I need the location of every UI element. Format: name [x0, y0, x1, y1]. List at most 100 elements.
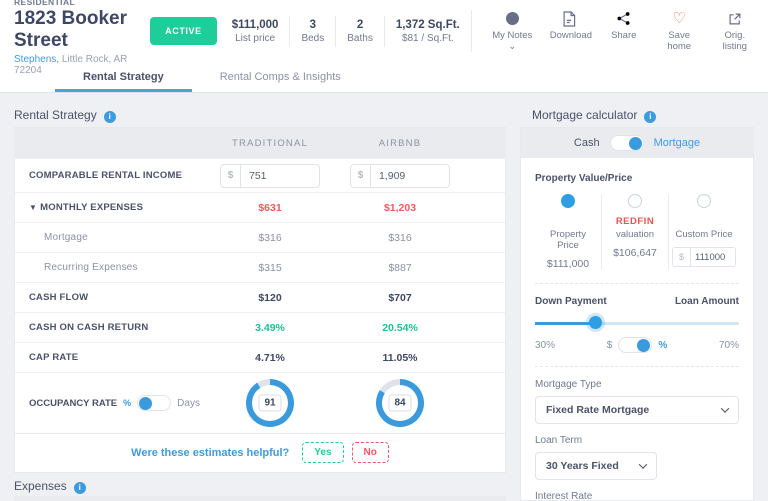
option-redfin-valuation: REDFIN valuation $106,647 [601, 194, 668, 270]
my-notes-label: My Notes [492, 30, 532, 41]
down-payment-max: 70% [719, 340, 739, 351]
down-payment-slider[interactable] [535, 316, 739, 330]
rental-strategy-table: TRADITIONAL AIRBNB COMPARABLE RENTAL INC… [14, 127, 506, 473]
property-value-options: Property Price $111,000 REDFIN valuation… [535, 194, 739, 270]
occupancy-rate-label: OCCUPANCY RATE [29, 398, 117, 409]
property-header: SINGLE FAMILY RESIDENTIAL 1823 Booker St… [0, 0, 768, 62]
row-cash-flow: CASH FLOW $120 $707 [15, 282, 505, 312]
tab-rental-comps-insights[interactable]: Rental Comps & Insights [192, 62, 369, 92]
collapse-triangle-icon[interactable]: ▼ [29, 203, 37, 212]
cap-rate-traditional: 4.71% [205, 352, 335, 364]
mortgage-calculator-title: Mortgage calculator i [532, 108, 656, 123]
rental-strategy-title: Rental Strategy i [14, 108, 116, 123]
airbnb-occupancy-donut: 84 [376, 379, 424, 427]
heart-icon: ♡ [672, 12, 685, 25]
slider-knob[interactable] [589, 316, 602, 329]
row-comparable-rental-income: COMPARABLE RENTAL INCOME $ $ [15, 158, 505, 192]
custom-price-input-group: $ [672, 247, 736, 267]
info-icon[interactable]: i [74, 482, 86, 494]
option-custom-price: Custom Price $ [668, 194, 739, 270]
property-value-price-label: Property Value/Price [535, 173, 739, 184]
dollar-unit-label[interactable]: $ [607, 340, 613, 351]
mortgage-airbnb: $316 [335, 232, 465, 244]
cash-on-cash-traditional: 3.49% [205, 322, 335, 334]
mortgage-expense-label: Mortgage [15, 232, 205, 243]
percent-unit-label[interactable]: % [658, 340, 667, 351]
mortgage-type-label: Mortgage Type [535, 379, 739, 390]
redfin-valuation-value: $106,647 [605, 247, 665, 259]
days-unit-label: Days [177, 398, 200, 409]
stat-sqft: 1,372 Sq.Ft. $81 / Sq.Ft. [384, 16, 471, 47]
download-label: Download [550, 30, 592, 41]
traditional-income-input[interactable] [241, 170, 313, 182]
stat-list-price: $111,000 List price [221, 16, 290, 47]
share-label: Share [611, 30, 636, 41]
expenses-table-header-partial [14, 496, 506, 501]
interest-rate-label: Interest Rate [535, 491, 739, 501]
orig-listing-button[interactable]: Orig. listing [716, 10, 754, 52]
rental-strategy-title-text: Rental Strategy [14, 108, 97, 122]
chevron-down-icon: ⌄ [508, 41, 516, 52]
cap-rate-label: CAP RATE [15, 352, 205, 363]
down-payment-scale: 30% $ % 70% [535, 337, 739, 353]
property-price-name: Property Price [538, 229, 598, 251]
cash-flow-traditional: $120 [205, 292, 335, 304]
property-info: SINGLE FAMILY RESIDENTIAL 1823 Booker St… [14, 0, 134, 76]
mortgage-option-label[interactable]: Mortgage [654, 137, 700, 149]
price-per-sqft-label: $81 / Sq.Ft. [396, 33, 460, 44]
feedback-no-button[interactable]: No [352, 442, 389, 463]
monthly-expenses-traditional: $631 [205, 202, 335, 214]
expenses-title: Expenses i [14, 479, 86, 494]
loan-term-select[interactable]: 30 Years Fixed [535, 452, 657, 480]
payment-mode-toggle-row: Cash Mortgage [521, 128, 753, 158]
redfin-logo: REDFIN [605, 216, 665, 229]
download-button[interactable]: Download [550, 10, 588, 52]
beds-label: Beds [301, 33, 324, 44]
pdf-download-icon [550, 10, 588, 27]
expenses-title-text: Expenses [14, 479, 67, 493]
traditional-occupancy-value: 91 [258, 395, 281, 412]
cash-mortgage-toggle[interactable] [610, 135, 644, 151]
mortgage-calculator-title-text: Mortgage calculator [532, 108, 637, 122]
dollar-icon: $ [351, 165, 371, 187]
airbnb-occupancy-value: 84 [388, 395, 411, 412]
property-address: 1823 Booker Street [14, 8, 134, 52]
dollar-percent-toggle[interactable] [618, 337, 652, 353]
share-button[interactable]: Share [605, 10, 643, 52]
city-link[interactable]: Stephens, [14, 54, 59, 65]
orig-listing-label: Orig. listing [723, 30, 747, 52]
custom-price-name: Custom Price [672, 229, 736, 240]
row-cap-rate: CAP RATE 4.71% 11.05% [15, 342, 505, 372]
save-home-button[interactable]: ♡ Save home [660, 10, 699, 52]
loan-amount-label: Loan Amount [675, 296, 739, 307]
occupancy-unit-toggle[interactable] [137, 395, 171, 411]
cash-on-cash-label: CASH ON CASH RETURN [15, 322, 205, 333]
info-icon[interactable]: i [104, 111, 116, 123]
down-payment-header: Down Payment Loan Amount [535, 296, 739, 307]
my-notes-button[interactable]: My Notes ⌄ [492, 10, 533, 52]
redfin-valuation-radio[interactable] [628, 194, 642, 208]
info-icon[interactable]: i [644, 111, 656, 123]
mortgage-type-value: Fixed Rate Mortgage [546, 404, 649, 416]
custom-price-input[interactable] [691, 248, 735, 266]
cash-flow-airbnb: $707 [335, 292, 465, 304]
external-link-icon [716, 10, 754, 27]
option-property-price: Property Price $111,000 [535, 194, 601, 270]
property-price-radio[interactable] [561, 194, 575, 208]
table-header-row: TRADITIONAL AIRBNB [15, 128, 505, 158]
feedback-yes-button[interactable]: Yes [302, 442, 343, 463]
down-payment-min: 30% [535, 340, 555, 351]
row-recurring-expenses: Recurring Expenses $315 $887 [15, 252, 505, 282]
baths-label: Baths [347, 33, 373, 44]
mortgage-traditional: $316 [205, 232, 335, 244]
cash-option-label[interactable]: Cash [574, 137, 600, 149]
baths-value: 2 [347, 19, 373, 31]
airbnb-income-input[interactable] [371, 170, 443, 182]
mortgage-type-select[interactable]: Fixed Rate Mortgage [535, 396, 739, 424]
custom-price-radio[interactable] [697, 194, 711, 208]
percent-unit-label: % [123, 398, 131, 408]
cap-rate-airbnb: 11.05% [335, 352, 465, 364]
row-cash-on-cash-return: CASH ON CASH RETURN 3.49% 20.54% [15, 312, 505, 342]
feedback-question: Were these estimates helpful? [131, 447, 289, 459]
chevron-down-icon [721, 404, 729, 412]
